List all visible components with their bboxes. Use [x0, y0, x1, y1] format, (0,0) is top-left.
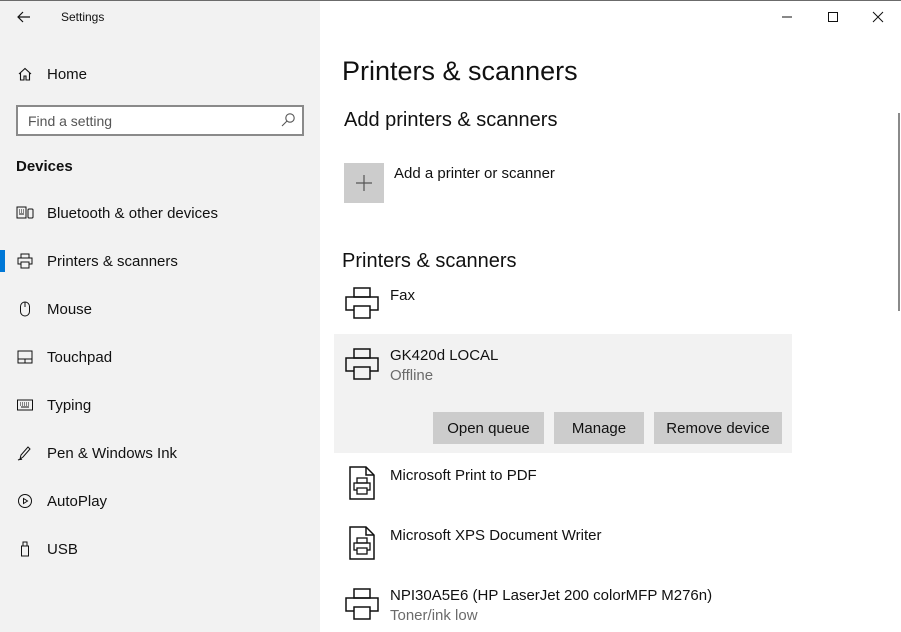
device-item-xps-writer[interactable]: Microsoft XPS Document Writer	[334, 523, 792, 571]
device-item-fax[interactable]: Fax	[334, 283, 792, 327]
keyboard-icon	[16, 396, 34, 414]
scrollbar-thumb[interactable]	[898, 113, 900, 311]
sidebar-item-label: Mouse	[47, 300, 93, 318]
sidebar-item-touchpad[interactable]: Touchpad	[0, 337, 320, 377]
printers-list-title: Printers & scanners	[342, 250, 517, 272]
device-name: Microsoft Print to PDF	[390, 467, 537, 484]
printer-icon	[345, 348, 379, 380]
sidebar-item-bluetooth[interactable]: Bluetooth & other devices	[0, 193, 320, 233]
sidebar-item-label: AutoPlay	[47, 492, 108, 510]
home-label: Home	[47, 65, 88, 83]
add-printer-button[interactable]	[344, 163, 384, 203]
maximize-button[interactable]	[810, 1, 856, 33]
sidebar-item-printers-scanners[interactable]: Printers & scanners	[0, 241, 320, 281]
search-box	[16, 105, 304, 136]
device-name: Fax	[390, 287, 416, 304]
app-title: Settings	[61, 10, 105, 24]
section-label-devices: Devices	[16, 158, 73, 175]
device-status: Offline	[390, 367, 434, 384]
device-name: Microsoft XPS Document Writer	[390, 527, 602, 544]
manage-button[interactable]: Manage	[554, 412, 644, 444]
touchpad-icon	[16, 348, 34, 366]
usb-icon	[16, 540, 34, 558]
search-input[interactable]	[18, 107, 268, 134]
printer-icon	[16, 252, 34, 270]
document-printer-icon	[349, 526, 375, 560]
search-icon[interactable]	[280, 112, 296, 128]
home-link[interactable]: Home	[0, 58, 320, 90]
device-status: Toner/ink low	[390, 607, 478, 624]
sidebar-item-label: Printers & scanners	[47, 252, 178, 270]
printer-icon	[345, 588, 379, 620]
add-section-title: Add printers & scanners	[344, 109, 558, 131]
mouse-icon	[16, 300, 34, 318]
main-content: Printers & scanners Add printers & scann…	[320, 1, 901, 632]
sidebar-item-usb[interactable]: USB	[0, 529, 320, 569]
sidebar-item-label: Bluetooth & other devices	[47, 204, 218, 222]
add-printer-label[interactable]: Add a printer or scanner	[394, 165, 555, 182]
open-queue-button[interactable]: Open queue	[433, 412, 544, 444]
minimize-icon	[782, 16, 792, 18]
minimize-button[interactable]	[764, 1, 810, 33]
document-printer-icon	[349, 466, 375, 500]
remove-device-button[interactable]: Remove device	[654, 412, 782, 444]
device-item-hp-laserjet[interactable]: NPI30A5E6 (HP LaserJet 200 colorMFP M276…	[334, 583, 792, 632]
sidebar-item-label: Pen & Windows Ink	[47, 444, 178, 462]
close-icon	[872, 11, 884, 23]
sidebar: Settings Home Devices Bluetooth & other …	[0, 1, 320, 632]
sidebar-item-typing[interactable]: Typing	[0, 385, 320, 425]
sidebar-item-label: USB	[47, 540, 78, 558]
plus-icon	[356, 175, 372, 191]
selection-indicator	[0, 250, 5, 272]
sidebar-item-mouse[interactable]: Mouse	[0, 289, 320, 329]
pen-icon	[16, 444, 34, 462]
sidebar-item-autoplay[interactable]: AutoPlay	[0, 481, 320, 521]
back-button[interactable]	[10, 3, 38, 31]
page-title: Printers & scanners	[342, 56, 578, 86]
close-button[interactable]	[855, 1, 901, 33]
device-item-gk420d[interactable]: GK420d LOCAL Offline Open queue Manage R…	[334, 334, 792, 453]
back-arrow-icon	[17, 11, 30, 23]
device-name: GK420d LOCAL	[390, 347, 499, 364]
device-name: NPI30A5E6 (HP LaserJet 200 colorMFP M276…	[390, 587, 713, 604]
maximize-icon	[828, 12, 838, 22]
bluetooth-devices-icon	[16, 204, 34, 222]
home-icon	[16, 65, 34, 83]
autoplay-icon	[16, 492, 34, 510]
printer-icon	[345, 287, 379, 319]
sidebar-item-label: Typing	[47, 396, 92, 414]
device-item-print-to-pdf[interactable]: Microsoft Print to PDF	[334, 463, 792, 511]
sidebar-item-pen-windows-ink[interactable]: Pen & Windows Ink	[0, 433, 320, 473]
sidebar-item-label: Touchpad	[47, 348, 113, 366]
